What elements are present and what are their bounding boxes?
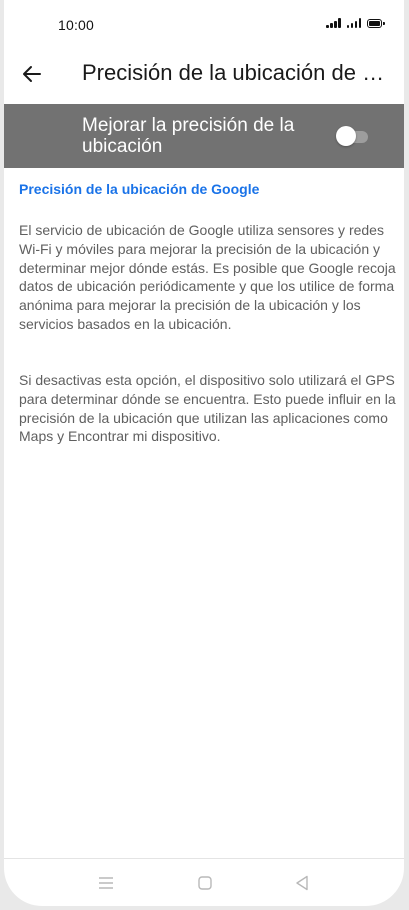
location-accuracy-setting[interactable]: Mejorar la precisión de la ubicación	[4, 104, 404, 168]
description-paragraph: Si desactivas esta opción, el dispositiv…	[19, 372, 396, 445]
home-icon[interactable]	[195, 873, 215, 893]
phone-screen: 10:00 Precisión de la ubicación de Googl…	[4, 0, 404, 906]
signal-icon	[326, 18, 341, 28]
back-triangle-icon[interactable]	[292, 873, 312, 893]
app-bar: Precisión de la ubicación de Google	[4, 52, 404, 104]
toggle-thumb	[336, 126, 356, 146]
status-bar: 10:00	[4, 0, 404, 52]
signal-icon	[346, 18, 361, 28]
battery-icon	[367, 19, 385, 28]
section-title: Precisión de la ubicación de Google	[19, 181, 260, 197]
navigation-bar	[4, 858, 404, 906]
setting-label: Mejorar la precisión de la ubicación	[82, 115, 295, 157]
location-accuracy-toggle[interactable]	[336, 126, 368, 146]
status-icons	[326, 18, 385, 28]
menu-icon[interactable]	[96, 873, 116, 893]
back-arrow-icon[interactable]	[20, 62, 44, 86]
page-title: Precisión de la ubicación de Google	[82, 60, 392, 85]
status-time: 10:00	[58, 17, 95, 33]
description-paragraph: El servicio de ubicación de Google utili…	[19, 222, 396, 332]
